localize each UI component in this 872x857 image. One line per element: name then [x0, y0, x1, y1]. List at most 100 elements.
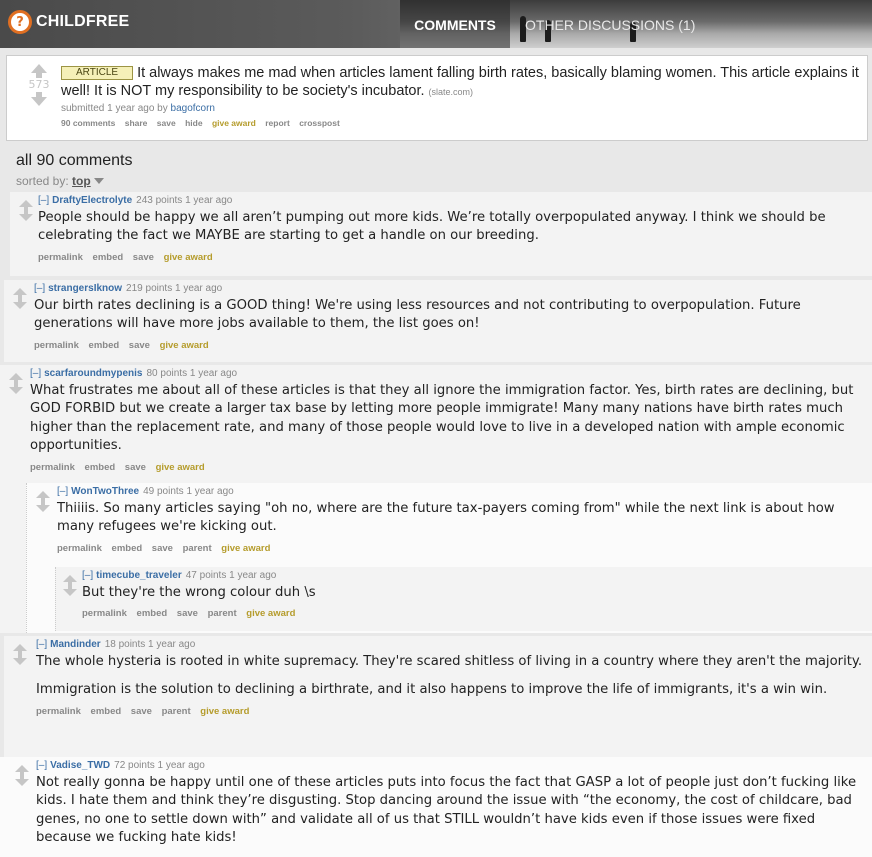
- comment-body: [–] timecube_traveler 47 points 1 year ago…: [82, 567, 865, 619]
- downvote-arrow-icon[interactable]: [36, 501, 50, 512]
- subreddit-name[interactable]: CHILDFREE: [36, 13, 129, 31]
- post-author-link[interactable]: bagofcorn: [171, 103, 215, 114]
- embed-button[interactable]: embed: [91, 706, 122, 717]
- comment-author[interactable]: strangersIknow: [48, 283, 122, 294]
- share-button[interactable]: share: [125, 118, 148, 128]
- permalink-button[interactable]: permalink: [57, 543, 102, 554]
- downvote-arrow-icon[interactable]: [63, 585, 77, 596]
- give-award-button[interactable]: give award: [156, 462, 205, 473]
- permalink-button[interactable]: permalink: [36, 706, 81, 717]
- downvote-arrow-icon[interactable]: [13, 654, 27, 665]
- crosspost-button[interactable]: crosspost: [299, 118, 340, 128]
- comment-author[interactable]: scarfaroundmypenis: [44, 368, 142, 379]
- upvote-arrow-icon[interactable]: [13, 644, 27, 655]
- give-award-button[interactable]: give award: [200, 706, 249, 717]
- comment: [–] Mandinder 18 points 1 year ago The who…: [4, 636, 872, 758]
- give-award-button[interactable]: give award: [160, 340, 209, 351]
- save-button[interactable]: save: [125, 462, 146, 473]
- parent-button[interactable]: parent: [208, 608, 237, 619]
- embed-button[interactable]: embed: [112, 543, 143, 554]
- comment-tagline: [–] strangersIknow 219 points 1 year ago: [34, 283, 864, 294]
- post-flair[interactable]: ARTICLE: [61, 66, 134, 80]
- comment-meta: 72 points 1 year ago: [114, 760, 205, 771]
- comment-text: The whole hysteria is rooted in white su…: [36, 654, 863, 698]
- collapse-toggle[interactable]: [–]: [34, 283, 45, 294]
- upvote-arrow-icon[interactable]: [63, 575, 77, 586]
- tab-other-discussions[interactable]: OTHER DISCUSSIONS (1): [525, 0, 695, 48]
- save-button[interactable]: save: [157, 118, 176, 128]
- comment-tagline: [–] WonTwoThree 49 points 1 year ago: [57, 486, 864, 497]
- save-button[interactable]: save: [133, 252, 154, 263]
- comment-meta: 18 points 1 year ago: [104, 639, 196, 650]
- give-award-button[interactable]: give award: [164, 252, 213, 263]
- comment-author[interactable]: timecube_traveler: [96, 570, 182, 581]
- save-button[interactable]: save: [131, 706, 152, 717]
- save-button[interactable]: save: [177, 608, 198, 619]
- collapse-toggle[interactable]: [–]: [36, 639, 47, 650]
- childfree-logo-icon: ?: [8, 10, 32, 34]
- comment-body: [–] scarfaroundmypenis 80 points 1 year ag…: [30, 365, 864, 473]
- comment: [–] scarfaroundmypenis 80 points 1 year ag…: [0, 365, 872, 633]
- give-award-button[interactable]: give award: [221, 543, 270, 554]
- give-award-button[interactable]: give award: [212, 118, 256, 128]
- save-button[interactable]: save: [129, 340, 150, 351]
- hide-button[interactable]: hide: [185, 118, 202, 128]
- comment-buttons: permalink embed save parent give award: [36, 706, 864, 717]
- comment-buttons: permalink embed save give award: [30, 462, 864, 473]
- upvote-arrow-icon[interactable]: [19, 200, 33, 211]
- parent-button[interactable]: parent: [183, 543, 212, 554]
- collapse-toggle[interactable]: [–]: [30, 368, 41, 379]
- downvote-arrow-icon[interactable]: [15, 775, 29, 786]
- comments-count-button[interactable]: 90 comments: [61, 118, 115, 128]
- comment-tagline: [–] Vadise_TWD 72 points 1 year ago: [36, 760, 870, 771]
- comment-buttons: permalink embed save give award: [38, 252, 864, 263]
- tab-comments[interactable]: COMMENTS: [400, 0, 510, 48]
- save-button[interactable]: save: [152, 543, 173, 554]
- upvote-arrow-icon[interactable]: [9, 373, 23, 384]
- comment-author[interactable]: WonTwoThree: [71, 486, 139, 497]
- chevron-down-icon[interactable]: [93, 178, 104, 184]
- collapse-toggle[interactable]: [–]: [36, 760, 47, 771]
- child-comment: [–] timecube_traveler 47 points 1 year ago…: [55, 567, 872, 631]
- comment-body: [–] DraftyElectrolyte 243 points 1 year ag…: [38, 192, 864, 263]
- parent-button[interactable]: parent: [162, 706, 191, 717]
- upvote-arrow-icon[interactable]: [13, 288, 27, 299]
- comment-buttons: permalink embed save parent give award: [57, 543, 864, 554]
- collapse-toggle[interactable]: [–]: [82, 570, 93, 581]
- give-award-button[interactable]: give award: [246, 608, 295, 619]
- upvote-arrow-icon[interactable]: [36, 491, 50, 502]
- post-domain[interactable]: (slate.com): [429, 87, 474, 97]
- embed-button[interactable]: embed: [93, 252, 124, 263]
- downvote-arrow-icon[interactable]: [31, 92, 47, 106]
- collapse-toggle[interactable]: [–]: [38, 195, 49, 206]
- permalink-button[interactable]: permalink: [82, 608, 127, 619]
- subreddit-logo[interactable]: ? CHILDFREE: [8, 10, 129, 34]
- sort-selector[interactable]: sorted by: top: [16, 174, 104, 188]
- embed-button[interactable]: embed: [137, 608, 168, 619]
- collapse-toggle[interactable]: [–]: [57, 486, 68, 497]
- report-button[interactable]: report: [265, 118, 290, 128]
- comment-body: [–] Mandinder 18 points 1 year ago The who…: [36, 636, 864, 717]
- comment-text: But they're the wrong colour duh \s: [82, 585, 316, 600]
- sort-label: sorted by:: [16, 174, 69, 188]
- downvote-arrow-icon[interactable]: [9, 383, 23, 394]
- downvote-arrow-icon[interactable]: [19, 210, 33, 221]
- upvote-arrow-icon[interactable]: [31, 64, 47, 78]
- permalink-button[interactable]: permalink: [38, 252, 83, 263]
- embed-button[interactable]: embed: [85, 462, 116, 473]
- permalink-button[interactable]: permalink: [34, 340, 79, 351]
- comment-author[interactable]: DraftyElectrolyte: [52, 195, 132, 206]
- permalink-button[interactable]: permalink: [30, 462, 75, 473]
- comment-meta: 243 points 1 year ago: [136, 195, 233, 206]
- comment-author[interactable]: Vadise_TWD: [50, 760, 110, 771]
- comment-author[interactable]: Mandinder: [50, 639, 101, 650]
- comment-vote-box: [10, 288, 30, 309]
- upvote-arrow-icon[interactable]: [15, 765, 29, 776]
- sort-value[interactable]: top: [72, 174, 91, 188]
- downvote-arrow-icon[interactable]: [13, 298, 27, 309]
- comment-body: [–] WonTwoThree 49 points 1 year ago Thiii…: [57, 483, 864, 554]
- comment-buttons: permalink embed save parent give award: [82, 608, 865, 619]
- comment-vote-box: [33, 491, 53, 512]
- comment-body: [–] Vadise_TWD 72 points 1 year ago Not re…: [36, 757, 870, 848]
- embed-button[interactable]: embed: [89, 340, 120, 351]
